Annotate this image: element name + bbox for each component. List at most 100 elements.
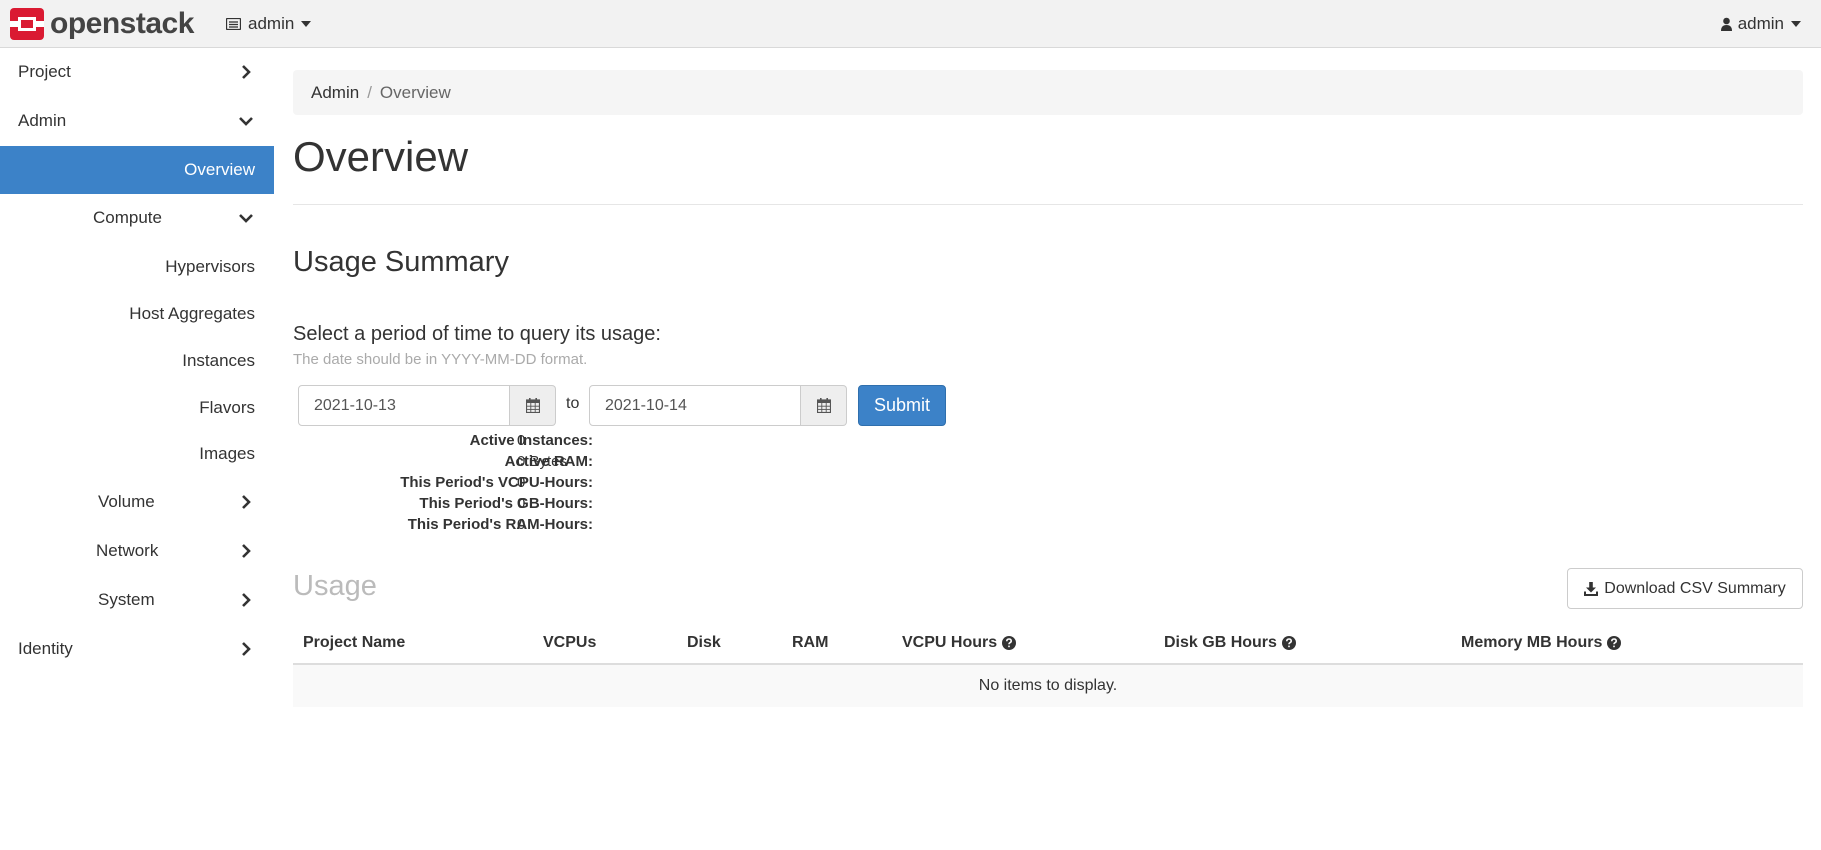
sidebar-item-volume[interactable]: Volume	[0, 478, 274, 526]
chevron-right-icon	[242, 495, 251, 509]
column-vcpu-hours[interactable]: VCPU Hours	[902, 623, 1017, 663]
sidebar-item-label: Overview	[184, 160, 255, 179]
help-icon[interactable]	[1002, 636, 1017, 650]
query-period-label: Select a period of time to query its usa…	[293, 323, 661, 345]
stat-ram-hours: This Period's RAM-Hours: 0	[293, 516, 593, 537]
column-label: VCPU Hours	[902, 634, 998, 651]
empty-message: No items to display.	[978, 677, 1118, 694]
column-memory-mb-hours[interactable]: Memory MB Hours	[1461, 623, 1622, 663]
breadcrumb-admin-link[interactable]: Admin	[311, 83, 359, 103]
usage-summary-heading: Usage Summary	[293, 246, 509, 278]
user-menu[interactable]: admin	[1720, 13, 1801, 35]
column-project-name[interactable]: Project Name	[303, 623, 405, 663]
stat-label: This Period's VCPU-Hours:	[400, 474, 593, 491]
help-icon[interactable]	[1281, 636, 1296, 650]
brand-link[interactable]: openstack	[10, 7, 194, 41]
download-csv-button[interactable]: Download CSV Summary	[1567, 568, 1803, 609]
caret-down-icon	[301, 21, 312, 27]
sidebar-item-label: Identity	[18, 639, 73, 658]
chevron-right-icon	[242, 65, 251, 79]
download-icon	[1584, 581, 1599, 596]
user-icon	[1720, 17, 1732, 31]
column-disk[interactable]: Disk	[687, 623, 721, 663]
top-navbar: openstack admin admin	[0, 0, 1821, 48]
stat-value: 0 Bytes	[517, 453, 568, 470]
sidebar-item-identity[interactable]: Identity	[0, 625, 274, 673]
sidebar-item-label: System	[98, 590, 155, 609]
sidebar-item-project[interactable]: Project	[0, 48, 274, 96]
stat-label: This Period's GB-Hours:	[419, 495, 593, 512]
usage-table-header: Project Name VCPUs Disk RAM VCPU Hours D…	[293, 623, 1803, 665]
chevron-down-icon	[239, 117, 253, 126]
stat-label: Active Instances:	[469, 432, 593, 449]
project-switcher-label: admin	[248, 14, 295, 33]
column-label: Project Name	[303, 634, 406, 651]
sidebar-item-instances[interactable]: Instances	[0, 337, 274, 385]
stat-label: This Period's RAM-Hours:	[407, 516, 593, 533]
sidebar-item-compute[interactable]: Compute	[0, 194, 274, 242]
column-label: RAM	[792, 634, 829, 651]
chevron-right-icon	[242, 544, 251, 558]
sidebar-item-flavors[interactable]: Flavors	[0, 384, 274, 432]
stat-active-ram: Active RAM: 0 Bytes	[293, 453, 593, 474]
column-label: VCPUs	[543, 634, 597, 651]
usage-table-heading: Usage	[293, 570, 377, 602]
column-ram[interactable]: RAM	[792, 623, 828, 663]
sidebar-item-system[interactable]: System	[0, 576, 274, 624]
sidebar-item-overview[interactable]: Overview	[0, 146, 274, 194]
end-date-input[interactable]	[589, 385, 801, 426]
start-date-calendar-button[interactable]	[510, 385, 556, 426]
sidebar-item-label: Project	[18, 62, 71, 81]
calendar-icon	[816, 398, 831, 413]
breadcrumb-separator: /	[367, 82, 372, 102]
start-date-input[interactable]	[298, 385, 510, 426]
table-empty-row: No items to display.	[293, 665, 1803, 707]
sidebar-item-label: Flavors	[199, 398, 255, 417]
date-format-help: The date should be in YYYY-MM-DD format.	[293, 351, 588, 368]
end-date-group	[589, 385, 847, 426]
date-range-to-label: to	[566, 395, 580, 412]
column-vcpus[interactable]: VCPUs	[543, 623, 596, 663]
sidebar-item-host-aggregates[interactable]: Host Aggregates	[0, 290, 274, 338]
stat-gb-hours: This Period's GB-Hours: 0	[293, 495, 593, 516]
sidebar-nav: Project Admin Overview Compute Hyperviso…	[0, 48, 274, 850]
page-title: Overview	[293, 133, 469, 180]
submit-button[interactable]: Submit	[858, 385, 946, 426]
sidebar-item-network[interactable]: Network	[0, 527, 274, 575]
download-csv-label: Download CSV Summary	[1604, 579, 1786, 597]
project-list-icon	[226, 18, 241, 30]
breadcrumb-current: Overview	[379, 82, 451, 102]
sidebar-item-label: Network	[96, 541, 159, 560]
sidebar-item-label: Hypervisors	[165, 257, 255, 276]
sidebar-item-label: Compute	[93, 208, 162, 227]
breadcrumb: Admin / Overview	[293, 70, 1803, 115]
stat-value: 0	[517, 474, 526, 491]
end-date-calendar-button[interactable]	[801, 385, 847, 426]
chevron-down-icon	[239, 214, 253, 223]
caret-down-icon	[1791, 21, 1801, 27]
stat-value: 0	[517, 516, 526, 533]
stat-active-instances: Active Instances: 0	[293, 432, 593, 453]
user-menu-label: admin	[1737, 14, 1784, 33]
project-switcher[interactable]: admin	[226, 13, 312, 35]
sidebar-item-label: Instances	[182, 351, 255, 370]
chevron-right-icon	[242, 593, 251, 607]
stat-vcpu-hours: This Period's VCPU-Hours: 0	[293, 474, 593, 495]
column-label: Memory MB Hours	[1461, 634, 1603, 651]
column-label: Disk GB Hours	[1164, 634, 1277, 651]
openstack-logo-icon	[10, 8, 44, 40]
column-disk-gb-hours[interactable]: Disk GB Hours	[1164, 623, 1296, 663]
stat-value: 0	[517, 432, 526, 449]
brand-name: openstack	[50, 7, 194, 40]
sidebar-item-label: Images	[199, 444, 255, 463]
sidebar-item-hypervisors[interactable]: Hypervisors	[0, 243, 274, 291]
sidebar-item-admin[interactable]: Admin	[0, 97, 274, 145]
sidebar-item-images[interactable]: Images	[0, 430, 274, 478]
chevron-right-icon	[242, 642, 251, 656]
sidebar-item-label: Admin	[18, 111, 67, 130]
help-icon[interactable]	[1607, 636, 1622, 650]
title-divider	[293, 204, 1803, 205]
start-date-group	[298, 385, 556, 426]
stat-value: 0	[517, 495, 526, 512]
calendar-icon	[525, 398, 540, 413]
